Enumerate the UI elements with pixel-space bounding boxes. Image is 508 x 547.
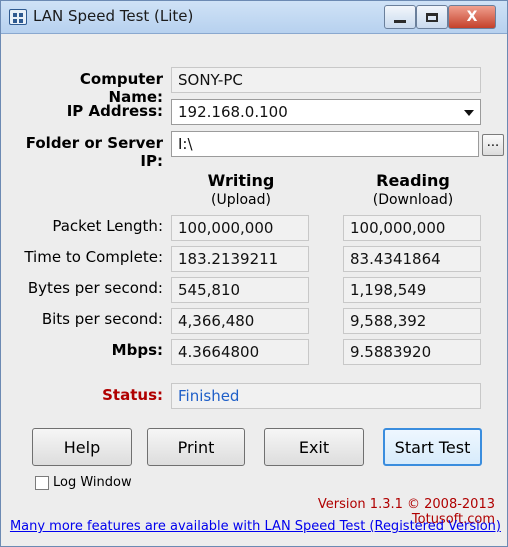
time-to-complete-writing: 183.2139211 — [171, 246, 309, 272]
packet-length-writing: 100,000,000 — [171, 215, 309, 241]
minimize-button[interactable] — [384, 5, 416, 29]
folder-input[interactable]: I:\ — [171, 131, 479, 157]
computer-name-field: SONY-PC — [171, 67, 481, 93]
ip-address-value: 192.168.0.100 — [178, 103, 288, 121]
mbps-writing: 4.3664800 — [171, 339, 309, 365]
minimize-icon — [394, 19, 406, 23]
time-to-complete-reading: 83.4341864 — [343, 246, 481, 272]
window-title: LAN Speed Test (Lite) — [33, 7, 194, 25]
browse-button[interactable]: ... — [482, 134, 504, 156]
bytes-per-second-reading: 1,198,549 — [343, 277, 481, 303]
ip-address-label: IP Address: — [66, 102, 163, 120]
app-icon — [9, 9, 27, 25]
packet-length-reading: 100,000,000 — [343, 215, 481, 241]
bytes-per-second-label: Bytes per second: — [27, 279, 163, 297]
close-button[interactable]: X — [448, 5, 496, 29]
close-icon: X — [466, 9, 478, 25]
help-button[interactable]: Help — [32, 428, 132, 466]
time-to-complete-label: Time to Complete: — [24, 248, 163, 266]
maximize-icon — [426, 12, 438, 22]
mbps-reading: 9.5883920 — [343, 339, 481, 365]
reading-header: Reading — [376, 171, 450, 190]
writing-subheader: (Upload) — [211, 192, 271, 208]
chevron-down-icon — [464, 110, 474, 116]
log-window-label: Log Window — [53, 475, 132, 490]
app-window: LAN Speed Test (Lite) X Computer Name: S… — [0, 0, 508, 547]
folder-label: Folder or Server IP: — [25, 134, 163, 170]
bits-per-second-label: Bits per second: — [41, 310, 163, 328]
bits-per-second-writing: 4,366,480 — [171, 308, 309, 334]
reading-subheader: (Download) — [372, 192, 454, 208]
status-field: Finished — [171, 383, 481, 409]
print-button[interactable]: Print — [147, 428, 245, 466]
maximize-button[interactable] — [416, 5, 448, 29]
mbps-label: Mbps: — [111, 341, 163, 359]
exit-button[interactable]: Exit — [264, 428, 364, 466]
packet-length-label: Packet Length: — [52, 217, 163, 235]
log-window-checkbox[interactable] — [35, 476, 49, 490]
status-label: Status: — [102, 386, 163, 404]
bits-per-second-reading: 9,588,392 — [343, 308, 481, 334]
ip-address-select[interactable]: 192.168.0.100 — [171, 99, 481, 125]
computer-name-label: Computer Name: — [79, 70, 163, 106]
registered-version-link[interactable]: Many more features are available with LA… — [7, 519, 501, 534]
start-test-button[interactable]: Start Test — [383, 428, 482, 466]
bytes-per-second-writing: 545,810 — [171, 277, 309, 303]
title-bar[interactable]: LAN Speed Test (Lite) X — [1, 1, 507, 34]
writing-header: Writing — [207, 171, 275, 190]
